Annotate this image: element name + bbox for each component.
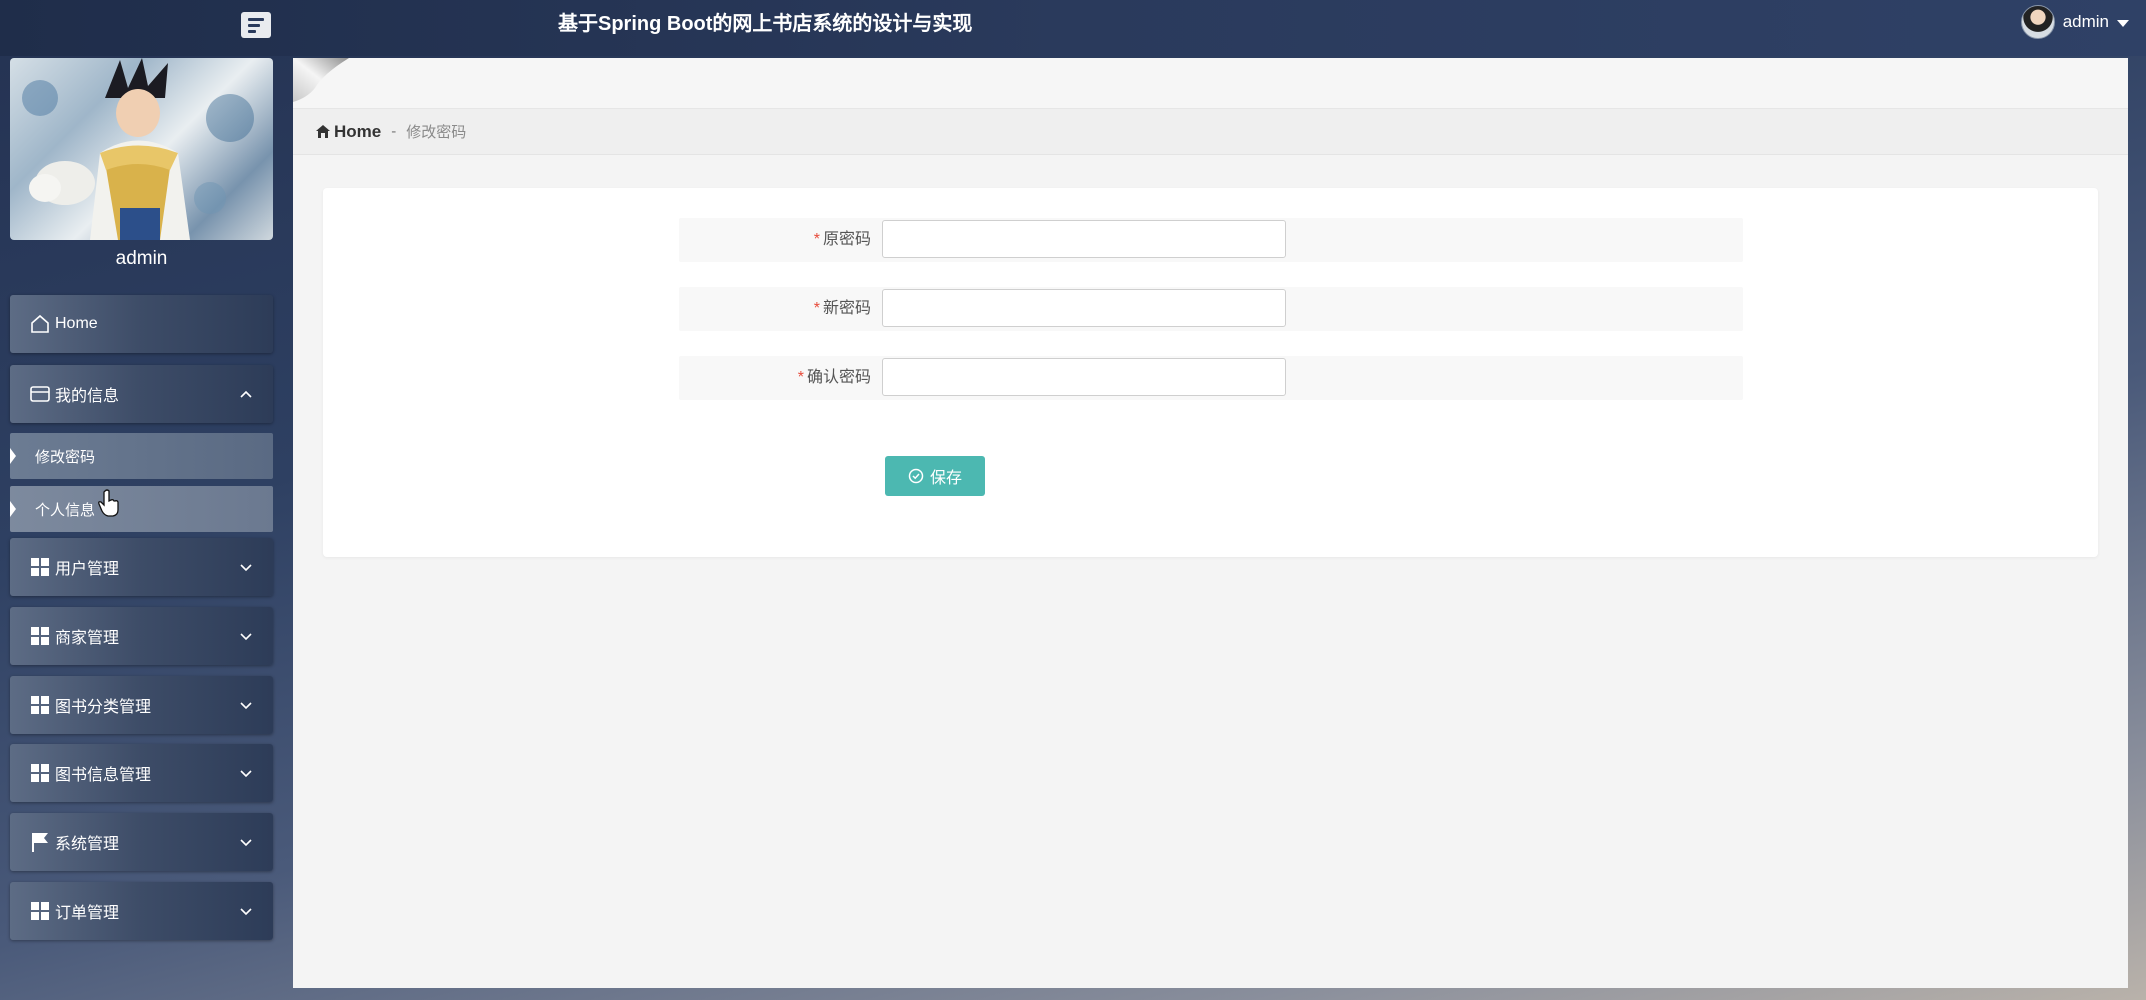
app-title: 基于Spring Boot的网上书店系统的设计与实现 [558,13,973,35]
card-icon [29,383,51,405]
sidebar-item-home[interactable]: Home [10,295,273,353]
old-password-input[interactable] [882,220,1286,258]
sidebar-item-label: Home [55,315,98,332]
home-icon [29,313,51,335]
sidebar-toggle-button[interactable] [241,12,271,38]
new-password-input[interactable] [882,289,1286,327]
caret-down-icon [2117,19,2129,27]
chevron-down-icon [233,768,259,778]
breadcrumb-home-link[interactable]: Home [315,122,381,142]
profile-figure-icon [22,58,254,240]
hand-cursor-icon [98,489,119,517]
chevron-down-icon [233,837,259,847]
grid-icon [29,762,51,784]
chevron-down-icon [233,906,259,916]
grid-icon [29,900,51,922]
sidebar-item-merchant-management[interactable]: 商家管理 [10,607,273,665]
menu-lines-icon [248,17,264,21]
top-bar: 基于Spring Boot的网上书店系统的设计与实现 admin [0,0,2146,56]
sidebar-item-label: 订单管理 [55,905,120,922]
new-password-label-text: 新密码 [822,300,871,317]
grid-icon [29,556,51,578]
chevron-up-icon [233,389,259,399]
old-password-label: * 原密码 [679,218,871,262]
user-menu[interactable]: admin [2020,5,2129,39]
confirm-password-label-text: 确认密码 [806,369,871,386]
breadcrumb-home-label: Home [334,121,382,141]
check-circle-icon [908,468,924,484]
sidebar-item-label: 图书分类管理 [55,699,152,716]
main-content: Home - 修改密码 * 原密码 * 新密码 * 确认密码 保存 [293,58,2128,988]
sidebar-item-label: 我的信息 [55,388,120,405]
chevron-down-icon [233,562,259,572]
sidebar: admin Home 我的信息 修改密码 个人信息 用户管理 商家管理 图书分类… [0,56,293,1000]
confirm-password-input[interactable] [882,358,1286,396]
required-mark: * [813,300,820,317]
flag-icon [29,831,51,853]
profile-picture [10,58,273,240]
sidebar-subitem-label: 个人信息 [35,501,96,519]
grid-icon [29,694,51,716]
sidebar-subitem-change-password[interactable]: 修改密码 [10,433,273,479]
sidebar-item-label: 图书信息管理 [55,767,152,784]
chevron-down-icon [233,700,259,710]
sidebar-item-user-management[interactable]: 用户管理 [10,538,273,596]
sidebar-item-book-info-management[interactable]: 图书信息管理 [10,744,273,802]
breadcrumb: Home - 修改密码 [293,109,2128,155]
save-button-label: 保存 [929,470,962,487]
sidebar-subitem-label: 修改密码 [35,448,96,466]
form-row-new-password: * 新密码 [679,287,1743,331]
breadcrumb-separator: - [391,123,397,140]
chevron-down-icon [233,631,259,641]
sidebar-item-system-management[interactable]: 系统管理 [10,813,273,871]
sidebar-item-label: 商家管理 [55,630,120,647]
profile-name: admin [115,248,168,269]
home-icon [316,125,330,138]
grid-icon [29,625,51,647]
avatar [2020,5,2055,39]
confirm-password-label: * 确认密码 [679,356,871,400]
required-mark: * [813,231,820,248]
new-password-label: * 新密码 [679,287,871,331]
required-mark: * [797,369,804,386]
old-password-label-text: 原密码 [822,231,871,248]
sidebar-item-label: 用户管理 [55,561,120,578]
content-top-strip [293,58,2128,109]
sidebar-item-my-info[interactable]: 我的信息 [10,365,273,423]
sidebar-item-book-category-management[interactable]: 图书分类管理 [10,676,273,734]
breadcrumb-current: 修改密码 [406,124,467,141]
sidebar-item-label: 系统管理 [55,836,120,853]
form-row-confirm-password: * 确认密码 [679,356,1743,400]
page-curl-icon [293,58,349,102]
user-name: admin [2062,12,2109,31]
save-button[interactable]: 保存 [885,456,985,496]
change-password-form: * 原密码 * 新密码 * 确认密码 保存 [323,188,2098,557]
sidebar-item-order-management[interactable]: 订单管理 [10,882,273,940]
form-row-old-password: * 原密码 [679,218,1743,262]
sidebar-subitem-personal-info[interactable]: 个人信息 [10,486,273,532]
